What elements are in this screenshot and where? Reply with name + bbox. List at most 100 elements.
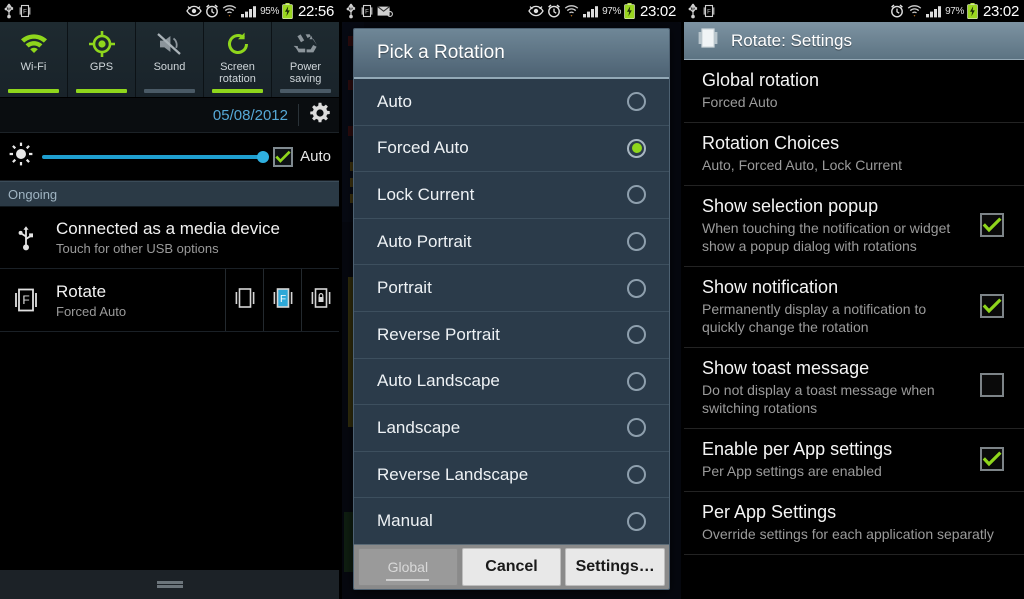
dialog-option-auto-landscape[interactable]: Auto Landscape — [354, 359, 669, 406]
statusbar-panel1: F 95% 22:56 — [0, 0, 339, 22]
toggle-screen-rotation[interactable]: Screen rotation — [204, 22, 272, 97]
brightness-icon — [8, 141, 34, 172]
pref-global-rotation[interactable]: Global rotation Forced Auto — [684, 60, 1024, 123]
option-radio[interactable] — [627, 325, 646, 345]
global-button[interactable]: Global — [358, 548, 458, 586]
rotate-lock-action-button[interactable] — [301, 269, 339, 331]
pref-text: Show toast message Do not display a toas… — [702, 357, 980, 417]
checkbox[interactable] — [980, 372, 1004, 397]
auto-brightness-checkbox[interactable] — [273, 146, 294, 167]
pref-enable-per-app-settings[interactable]: Enable per App settings Per App settings… — [684, 429, 1024, 492]
pref-checkbox-checked[interactable] — [980, 446, 1004, 472]
notification-usb-text: Connected as a media device Touch for ot… — [52, 210, 339, 265]
toggle-power-saving[interactable]: Power saving — [272, 22, 339, 97]
statusbar-right-icons: 95% 22:56 — [186, 3, 334, 20]
battery-icon — [624, 3, 635, 19]
rotate-app-icon: F — [360, 4, 374, 18]
dialog-option-auto-portrait[interactable]: Auto Portrait — [354, 219, 669, 266]
toggle-gps[interactable]: GPS — [68, 22, 136, 97]
pref-summary: When touching the notification or widget… — [702, 220, 951, 254]
statusbar-right-icons: 97% 23:02 — [890, 3, 1019, 20]
toggle-screen-rotation-label: Screen rotation — [219, 61, 256, 85]
option-radio[interactable] — [627, 185, 646, 205]
dialog-option-reverse-landscape[interactable]: Reverse Landscape — [354, 452, 669, 499]
statusbar-left-icons: F — [3, 3, 32, 19]
three-screenshot-strip: F 95% 22:56 Wi-Fi GPS Sound Screen rotat… — [0, 0, 1024, 599]
option-radio[interactable] — [627, 278, 646, 298]
pref-checkbox-checked[interactable] — [980, 293, 1004, 319]
sound-muted-icon — [155, 29, 185, 59]
rotate-forced-auto-action-button[interactable]: F — [263, 269, 301, 331]
pref-checkbox-checked[interactable] — [980, 212, 1004, 238]
date-label: 05/08/2012 — [212, 106, 288, 124]
toggle-sound-label: Sound — [153, 61, 186, 73]
pref-text: Per App Settings Override settings for e… — [702, 501, 1012, 543]
cancel-button[interactable]: Cancel — [461, 548, 562, 586]
option-label: Manual — [377, 511, 433, 531]
toggle-wifi[interactable]: Wi-Fi — [0, 22, 68, 97]
pref-title: Show selection popup — [702, 196, 879, 216]
wifi-sync-icon — [564, 4, 579, 18]
pref-per-app-settings[interactable]: Per App Settings Override settings for e… — [684, 492, 1024, 555]
battery-icon — [282, 3, 293, 19]
app-title-bar: Rotate: Settings — [684, 22, 1024, 60]
dialog-option-portrait[interactable]: Portrait — [354, 265, 669, 312]
panel-rotate-settings: F 97% 23:02 Rotate: Settings Global rota… — [684, 0, 1024, 599]
pref-text: Show selection popup When touching the n… — [702, 195, 980, 255]
gear-icon[interactable] — [309, 102, 331, 129]
dialog-option-auto[interactable]: Auto — [354, 79, 669, 126]
shade-handle[interactable] — [0, 569, 339, 599]
dialog-option-reverse-portrait[interactable]: Reverse Portrait — [354, 312, 669, 359]
option-radio[interactable] — [627, 418, 646, 438]
settings-button[interactable]: Settings… — [565, 548, 666, 586]
shade-empty-area — [0, 332, 339, 569]
eye-icon — [186, 5, 202, 17]
toggle-sound[interactable]: Sound — [136, 22, 204, 97]
pref-rotation-choices[interactable]: Rotation Choices Auto, Forced Auto, Lock… — [684, 123, 1024, 186]
toggle-power-saving-label: Power saving — [289, 61, 322, 85]
signal-icon — [925, 5, 942, 18]
pref-show-notification[interactable]: Show notification Permanently display a … — [684, 267, 1024, 348]
notification-title: Connected as a media device — [56, 219, 280, 238]
clock-label: 23:02 — [639, 2, 676, 20]
pref-title: Global rotation — [702, 70, 820, 90]
pref-show-toast-message[interactable]: Show toast message Do not display a toas… — [684, 348, 1024, 429]
pref-summary: Permanently display a notification to qu… — [702, 301, 927, 335]
battery-icon — [967, 3, 978, 19]
dialog-option-manual[interactable]: Manual — [354, 498, 669, 544]
dialog-option-lock-current[interactable]: Lock Current — [354, 172, 669, 219]
pref-checkbox-unchecked[interactable] — [980, 372, 1004, 402]
statusbar-panel2: F 97% 23:02 — [342, 0, 681, 22]
checkbox[interactable] — [980, 293, 1004, 318]
usb-icon — [345, 3, 357, 19]
toggle-wifi-state-bar — [8, 89, 59, 93]
notification-usb[interactable]: Connected as a media device Touch for ot… — [0, 207, 339, 269]
statusbar-right-icons: 97% 23:02 — [528, 3, 676, 20]
rotate-auto-action-button[interactable] — [225, 269, 263, 331]
section-header-ongoing: Ongoing — [0, 181, 339, 207]
pref-show-selection-popup[interactable]: Show selection popup When touching the n… — [684, 186, 1024, 267]
brightness-slider-knob[interactable] — [257, 150, 270, 163]
statusbar-left-icons: F — [345, 3, 393, 19]
checkbox[interactable] — [980, 446, 1004, 471]
option-radio[interactable] — [627, 92, 646, 112]
wifi-icon — [19, 29, 49, 59]
notification-subtitle: Forced Auto — [56, 303, 127, 319]
rotate-app-icon — [695, 25, 721, 56]
svg-text:F: F — [365, 9, 369, 15]
dialog-option-forced-auto[interactable]: Forced Auto — [354, 126, 669, 173]
eye-icon — [528, 5, 544, 17]
brightness-slider[interactable] — [42, 150, 270, 163]
checkbox[interactable] — [980, 212, 1004, 237]
option-radio[interactable] — [627, 465, 646, 485]
settings-list: Global rotation Forced Auto Rotation Cho… — [684, 60, 1024, 555]
rotate-lock-icon — [308, 285, 334, 316]
pref-title: Enable per App settings — [702, 439, 893, 459]
dialog-option-landscape[interactable]: Landscape — [354, 405, 669, 452]
option-radio[interactable] — [627, 511, 646, 531]
option-radio[interactable] — [627, 232, 646, 252]
clock-label: 22:56 — [297, 2, 334, 20]
option-radio[interactable] — [627, 371, 646, 391]
option-radio-selected[interactable] — [627, 138, 646, 158]
notification-rotate[interactable]: F Rotate Forced Auto F — [0, 269, 339, 332]
